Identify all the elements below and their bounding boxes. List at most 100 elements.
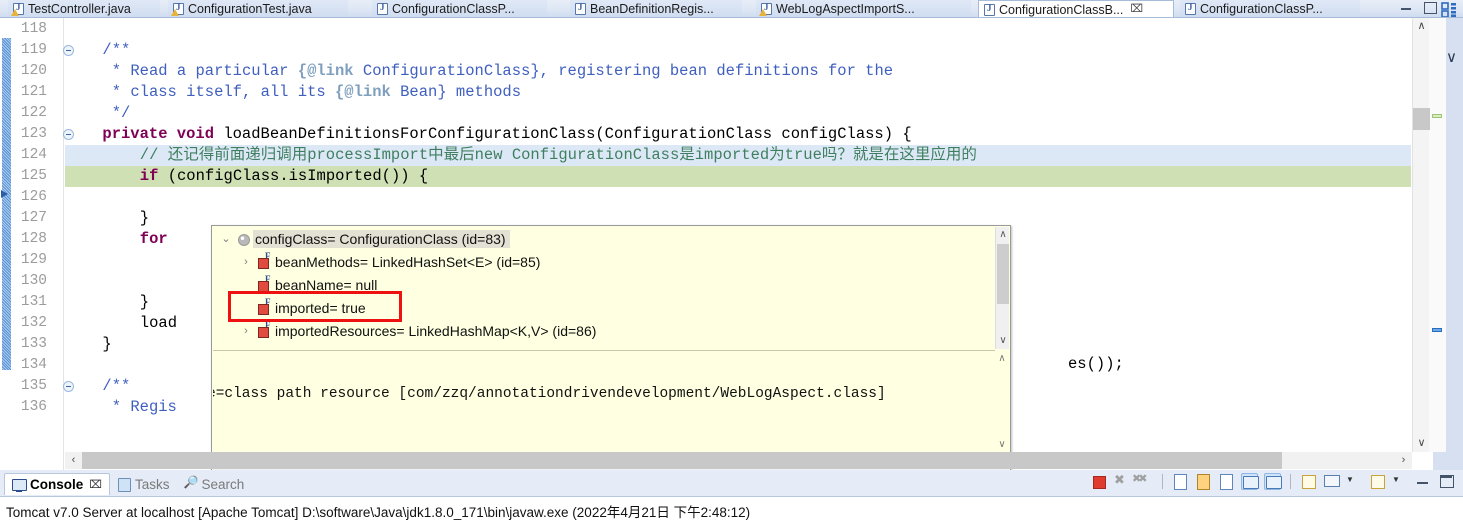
restore-icon[interactable] [1423, 1, 1437, 14]
editor-tab-2[interactable]: ConfigurationClassP... [372, 0, 547, 18]
minimize-view-button[interactable] [1415, 473, 1432, 490]
code-token: for [139, 230, 168, 248]
line-number: 128 [20, 231, 47, 247]
editor-tab-label: ConfigurationTest.java [188, 2, 312, 16]
close-icon[interactable]: ⌧ [89, 478, 102, 491]
remove-launch-button[interactable] [1113, 472, 1130, 490]
console-icon [12, 478, 27, 492]
tree-scroll-thumb[interactable] [997, 244, 1009, 304]
code-token: loadBeanDefinitionsForConfigurationClass… [223, 125, 912, 143]
code-line: private void loadBeanDefinitionsForConfi… [102, 124, 911, 145]
console-view-tab-label: Search [201, 476, 245, 492]
code-token: } [139, 293, 150, 311]
terminate-button[interactable] [1090, 473, 1107, 490]
tree-expand-arrow-icon[interactable]: › [237, 256, 255, 268]
editor-tab-0[interactable]: TestController.java [8, 0, 160, 18]
editor-hscroll-thumb[interactable] [82, 452, 1282, 469]
tree-expand-arrow-icon[interactable]: › [237, 325, 255, 337]
code-line: for [140, 229, 168, 250]
editor-tab-4[interactable]: WebLogAspectImportS... [756, 0, 971, 18]
editor-vscroll-thumb[interactable] [1413, 108, 1430, 130]
editor-tab-1[interactable]: ConfigurationTest.java [168, 0, 348, 18]
code-token: (configClass.isImported()) { [167, 167, 429, 185]
code-line: } [102, 334, 111, 355]
java-icon [575, 2, 586, 15]
code-token: /** [102, 41, 131, 59]
perspective-switcher-icon[interactable] [1441, 2, 1461, 18]
console-output-area[interactable]: Tomcat v7.0 Server at localhost [Apache … [0, 496, 1463, 522]
chevron-down-icon[interactable]: ∨ [1446, 48, 1457, 66]
detail-scroll-down-icon[interactable]: ∨ [995, 438, 1009, 452]
editor-scroll-up-icon[interactable]: ∧ [1413, 18, 1430, 35]
variable-tree-scrollbar[interactable]: ∧ ∨ [995, 227, 1009, 349]
variable-tree-label: configClass= ConfigurationClass (id=83) [253, 229, 510, 248]
open-console-dropdown[interactable] [1392, 473, 1409, 490]
display-selected-console-button[interactable] [1323, 473, 1340, 490]
tree-expand-arrow-icon[interactable]: ⌄ [217, 232, 235, 245]
open-console-button[interactable] [1369, 473, 1386, 490]
close-icon[interactable]: ⌧ [1130, 4, 1143, 15]
variable-tree-row[interactable]: ⌄ configClass= ConfigurationClass (id=83) [213, 227, 995, 250]
clear-console-button[interactable] [1172, 473, 1189, 490]
editor-scroll-down-icon[interactable]: ∨ [1413, 435, 1430, 452]
editor-hscroll-left-icon[interactable]: ‹ [65, 452, 82, 469]
remove-all-terminated-button[interactable] [1132, 472, 1153, 490]
variable-tree-row[interactable]: › beanMethods= LinkedHashSet<E> (id=85) [213, 250, 995, 273]
editor-tab-3[interactable]: BeanDefinitionRegis... [570, 0, 742, 18]
line-number: 134 [20, 357, 47, 373]
editor-tab-label: BeanDefinitionRegis... [590, 2, 714, 16]
editor-tab-bar: TestController.java ConfigurationTest.jav… [0, 0, 1463, 18]
variable-tree-row[interactable]: › importedResources= LinkedHashMap<K,V> (… [213, 319, 995, 342]
toolbar-separator [1162, 474, 1163, 489]
variable-tree[interactable]: ⌄ configClass= ConfigurationClass (id=83)… [213, 227, 995, 349]
variable-detail-pane[interactable]: e=class path resource [com/zzq/annotatio… [213, 350, 995, 454]
detail-scrollbar[interactable]: ∧ ∨ [995, 350, 1009, 454]
code-token: } [102, 335, 112, 353]
detail-scroll-up-icon[interactable]: ∧ [995, 352, 1009, 366]
code-line: */ [112, 103, 131, 124]
java-editor[interactable]: 118 119 120 121 122 123 124 125 126 127 128 129 130 1… [0, 18, 1463, 472]
code-line: load [140, 313, 177, 334]
code-token: */ [111, 104, 131, 122]
line-number: 126 [20, 189, 47, 205]
editor-vertical-scrollbar[interactable]: ∧ ∨ [1412, 18, 1430, 452]
pin-console-button[interactable] [1300, 473, 1317, 490]
line-number-ruler: 118 119 120 121 122 123 124 125 126 127 128 129 130 1… [12, 18, 74, 470]
display-selected-console-dropdown[interactable] [1346, 473, 1363, 490]
code-line: } [140, 208, 149, 229]
code-line: * class itself, all its {@link Bean} met… [112, 82, 521, 103]
editor-tab-5[interactable]: ConfigurationClassB... ⌧ [978, 0, 1174, 18]
line-number: 136 [20, 399, 47, 415]
console-view-tab-search[interactable]: Search [176, 473, 251, 495]
maximize-view-button[interactable] [1438, 473, 1455, 490]
minimize-icon[interactable] [1400, 1, 1413, 13]
editor-horizontal-scrollbar[interactable]: ‹ › [65, 452, 1412, 469]
java-icon [984, 3, 995, 16]
code-line: * Read a particular {@link Configuration… [112, 61, 893, 82]
tree-scroll-down-icon[interactable]: ∨ [996, 333, 1010, 349]
editor-tab-label: ConfigurationClassP... [392, 2, 515, 16]
word-wrap-button[interactable] [1218, 473, 1235, 490]
java-warning-icon [11, 2, 24, 16]
overview-mark-info[interactable] [1432, 328, 1442, 332]
java-icon [377, 2, 388, 15]
line-number: 123 [20, 126, 47, 142]
editor-overview-ruler[interactable] [1429, 18, 1446, 452]
show-console-on-output-button[interactable] [1241, 473, 1259, 490]
line-number: 130 [20, 273, 47, 289]
code-line: } [140, 292, 149, 313]
code-line-tail: es()); [1068, 355, 1124, 373]
line-number: 132 [20, 315, 47, 331]
show-console-on-error-button[interactable] [1264, 473, 1282, 490]
overview-mark-warning[interactable] [1432, 114, 1442, 118]
detail-text: e=class path resource [com/zzq/annotatio… [213, 386, 886, 402]
line-number: 127 [20, 210, 47, 226]
tree-scroll-up-icon[interactable]: ∧ [996, 227, 1010, 243]
console-view-tab-console[interactable]: Console ⌧ [4, 473, 110, 495]
line-number: 119 [20, 42, 47, 58]
editor-hscroll-right-icon[interactable]: › [1395, 452, 1412, 469]
scroll-lock-button[interactable] [1195, 473, 1212, 490]
editor-tab-6[interactable]: ConfigurationClassP... [1180, 0, 1360, 18]
variable-inspect-popup[interactable]: ⌄ configClass= ConfigurationClass (id=83)… [211, 225, 1011, 472]
console-view-tab-tasks[interactable]: Tasks [110, 473, 177, 495]
